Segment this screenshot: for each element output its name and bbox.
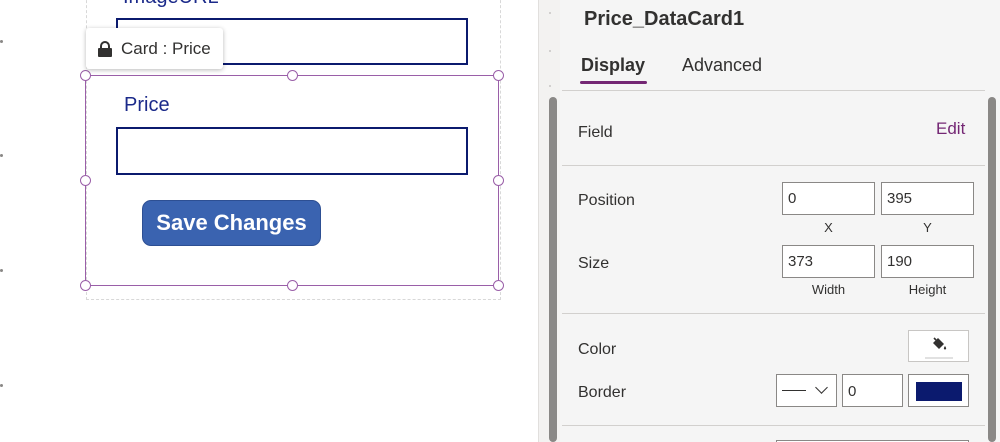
canvas-scrollbar[interactable] — [549, 97, 557, 442]
app-root: ImageURL Price Save Changes Card : Price — [0, 0, 1000, 442]
paint-bucket-icon — [932, 337, 946, 350]
border-color-swatch — [916, 382, 962, 401]
resize-handle-left[interactable] — [80, 175, 91, 186]
position-x-input[interactable]: 0 — [782, 182, 875, 215]
x-caption: X — [824, 220, 833, 235]
resize-handle-right[interactable] — [493, 175, 504, 186]
resize-handle-bottom[interactable] — [287, 280, 298, 291]
resize-handle-top[interactable] — [287, 70, 298, 81]
properties-pane: Price_DataCard1 Display Advanced Field E… — [560, 0, 1000, 442]
resize-handle-bottom-right[interactable] — [493, 280, 504, 291]
design-canvas[interactable]: ImageURL Price Save Changes Card : Price — [0, 0, 538, 442]
tooltip-text: Card : Price — [121, 38, 211, 58]
border-label: Border — [578, 384, 627, 401]
pane-scrollbar[interactable] — [988, 97, 996, 442]
splitter-dot — [549, 12, 551, 14]
canvas-grid-dot — [0, 154, 3, 157]
splitter-dot — [549, 85, 551, 87]
field-edit-link[interactable]: Edit — [936, 119, 965, 139]
price-input[interactable] — [116, 127, 468, 175]
position-y-input[interactable]: 395 — [881, 182, 974, 215]
lock-icon — [98, 40, 112, 57]
card-tooltip: Card : Price — [86, 28, 223, 69]
line-style-icon — [782, 390, 806, 391]
width-caption: Width — [811, 282, 846, 297]
splitter-dot — [549, 50, 551, 52]
width-input[interactable]: 373 — [782, 245, 875, 278]
chevron-down-icon — [815, 381, 828, 394]
border-width-input[interactable]: 0 — [842, 374, 903, 407]
divider — [562, 313, 985, 314]
imageurl-label: ImageURL — [123, 0, 219, 9]
tab-display[interactable]: Display — [581, 55, 645, 76]
canvas-grid-dot — [0, 269, 3, 272]
canvas-grid-dot — [0, 40, 3, 43]
border-color-button[interactable] — [908, 374, 969, 407]
resize-handle-top-left[interactable] — [80, 70, 91, 81]
save-changes-button[interactable]: Save Changes — [142, 200, 321, 246]
position-label: Position — [578, 192, 635, 209]
color-indicator — [925, 357, 953, 359]
divider — [562, 425, 985, 426]
color-picker-button[interactable] — [908, 330, 969, 362]
border-style-dropdown[interactable] — [776, 374, 837, 407]
price-label: Price — [124, 94, 170, 116]
active-tab-indicator — [580, 81, 647, 84]
resize-handle-bottom-left[interactable] — [80, 280, 91, 291]
y-caption: Y — [923, 220, 932, 235]
pane-title: Price_DataCard1 — [584, 8, 745, 30]
divider — [562, 165, 985, 166]
resize-handle-top-right[interactable] — [493, 70, 504, 81]
height-input[interactable]: 190 — [881, 245, 974, 278]
color-label: Color — [578, 341, 617, 358]
tab-advanced[interactable]: Advanced — [682, 55, 762, 76]
size-label: Size — [578, 255, 610, 272]
divider — [562, 90, 985, 91]
height-caption: Height — [908, 282, 947, 297]
canvas-grid-dot — [0, 384, 3, 387]
field-label: Field — [578, 124, 613, 141]
